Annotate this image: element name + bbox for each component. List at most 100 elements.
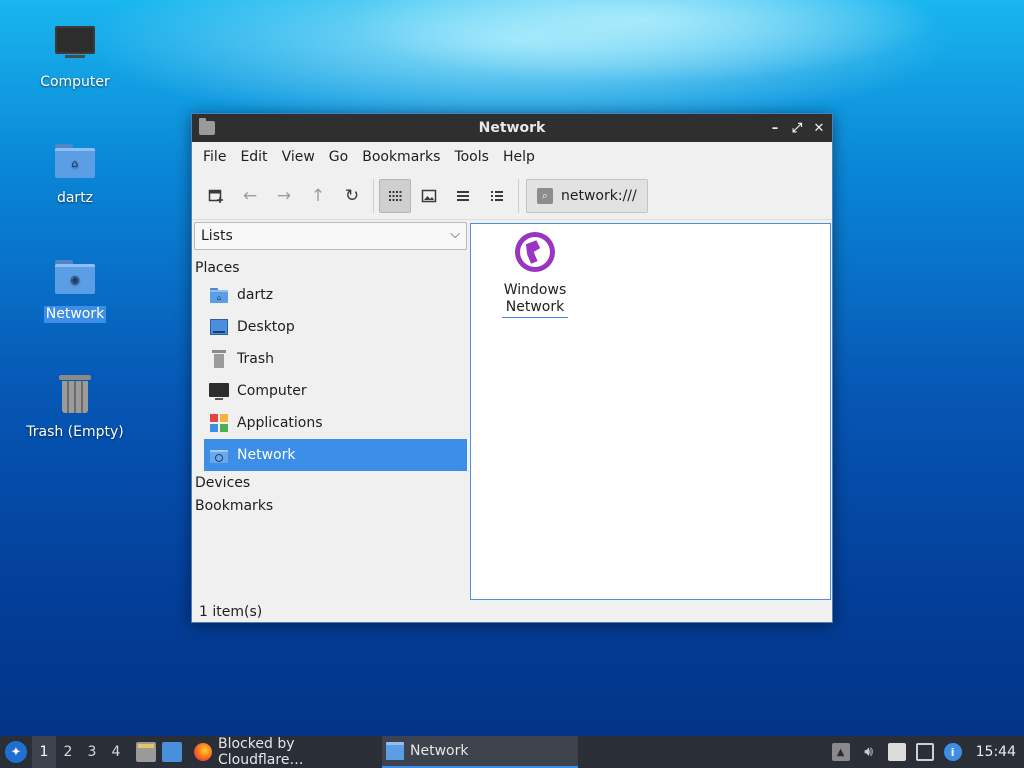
compact-view-icon [457, 190, 469, 201]
network-folder-icon: ◉ [51, 252, 99, 300]
sidebar-item-trash[interactable]: Trash [204, 343, 467, 375]
reload-button[interactable]: ↻ [336, 179, 368, 213]
icon-view-icon [389, 190, 402, 201]
location-bar[interactable]: ⌕ network:/// [526, 178, 648, 213]
applications-icon [209, 413, 229, 433]
close-button[interactable]: ✕ [810, 119, 828, 137]
desktop-icon-computer[interactable]: Computer [20, 20, 130, 91]
window-controls: – ⤢ ✕ [766, 119, 828, 137]
folder-icon [386, 742, 404, 760]
file-manager-window: Network – ⤢ ✕ File Edit View Go Bookmark… [191, 113, 833, 623]
network-icon [209, 445, 229, 465]
forward-button[interactable]: → [268, 179, 300, 213]
desktop-icon-label: Trash (Empty) [26, 424, 124, 440]
compact-view-button[interactable] [447, 179, 479, 213]
up-arrow-icon: ↑ [310, 185, 326, 206]
menu-go[interactable]: Go [322, 142, 355, 172]
updates-icon[interactable]: ▲ [831, 743, 850, 761]
home-folder-icon: ⌂ [209, 285, 229, 305]
start-menu-button[interactable]: ✦ [0, 736, 32, 768]
desktop-icon-trash[interactable]: Trash (Empty) [20, 370, 130, 441]
show-desktop-icon[interactable] [162, 742, 182, 762]
icon-view-button[interactable] [379, 178, 411, 213]
home-folder-icon: ⌂ [51, 136, 99, 184]
sidebar-item-network[interactable]: Network [204, 439, 467, 471]
sidebar-item-computer[interactable]: Computer [204, 375, 467, 407]
quick-launch [136, 742, 182, 762]
sidebar-item-label: Computer [237, 383, 307, 399]
new-window-button[interactable] [200, 179, 232, 213]
sidebar-item-label: dartz [237, 287, 274, 303]
sidebar-item-label: Network [237, 447, 296, 463]
up-button[interactable]: ↑ [302, 179, 334, 213]
thumbnail-view-button[interactable] [413, 179, 445, 213]
side-pane-mode-select[interactable]: Lists ⌵ [194, 222, 467, 250]
location-path: network:/// [561, 187, 637, 204]
chevron-down-icon: ⌵ [450, 227, 460, 242]
menu-bookmarks[interactable]: Bookmarks [355, 142, 447, 172]
workspace-1[interactable]: 1 [32, 736, 56, 768]
desktop-icon-dartz[interactable]: ⌂ dartz [20, 136, 130, 207]
desktop-icon [209, 317, 229, 337]
workspace-4[interactable]: 4 [104, 736, 128, 768]
task-label: Blocked by Cloudflare… [218, 736, 304, 768]
forward-arrow-icon: → [276, 185, 292, 206]
file-manager-launcher-icon[interactable] [136, 742, 156, 762]
menu-file[interactable]: File [196, 142, 233, 172]
desktop-icon-label: Network [43, 306, 107, 323]
maximize-button[interactable]: ⤢ [788, 119, 806, 137]
window-titlebar[interactable]: Network – ⤢ ✕ [192, 114, 832, 142]
computer-icon [51, 20, 99, 68]
side-pane: Lists ⌵ Places ⌂ dartz Desktop Trash Com… [192, 220, 468, 600]
search-icon: ⌕ [537, 187, 553, 204]
sidebar-item-desktop[interactable]: Desktop [204, 311, 467, 343]
clock[interactable]: 15:44 [976, 744, 1016, 760]
task-label: Network [410, 743, 469, 759]
workspace-3[interactable]: 3 [80, 736, 104, 768]
section-devices[interactable]: Devices [195, 475, 250, 491]
sidebar-item-applications[interactable]: Applications [204, 407, 467, 439]
section-bookmarks[interactable]: Bookmarks [195, 498, 273, 514]
toolbar-separator [518, 178, 519, 213]
toolbar-separator [373, 178, 374, 213]
task-firefox[interactable]: Blocked by Cloudflare… [190, 736, 382, 768]
clipboard-icon[interactable] [887, 743, 906, 761]
volume-icon[interactable]: 🔊︎ [860, 743, 878, 761]
trash-icon [209, 349, 229, 369]
sidebar-item-label: Trash [237, 351, 274, 367]
start-menu-icon: ✦ [5, 741, 27, 763]
desktop-icon-label: dartz [56, 190, 94, 206]
menubar: File Edit View Go Bookmarks Tools Help [192, 142, 832, 172]
file-item-windows-network[interactable]: Windows Network [499, 230, 571, 318]
back-button[interactable]: ← [234, 179, 266, 213]
windows-network-globe-icon [513, 230, 557, 274]
side-pane-mode-value: Lists [201, 228, 233, 244]
back-arrow-icon: ← [242, 185, 258, 206]
file-item-label-line: Network [505, 299, 565, 315]
minimize-button[interactable]: – [766, 119, 784, 137]
reload-icon: ↻ [344, 185, 360, 206]
file-view[interactable]: Windows Network [470, 223, 831, 600]
system-tray: ▲ 🔊︎ i 15:44 [831, 743, 1024, 761]
status-bar-text: 1 item(s) [199, 604, 263, 620]
file-item-label: Windows Network [501, 282, 569, 318]
detailed-list-view-button[interactable] [481, 179, 513, 213]
menu-tools[interactable]: Tools [447, 142, 496, 172]
workspace-switcher: 1 2 3 4 [32, 736, 128, 768]
workspace-2[interactable]: 2 [56, 736, 80, 768]
detailed-list-view-icon [491, 190, 503, 201]
firefox-icon [194, 743, 212, 761]
new-window-icon [208, 189, 223, 203]
task-file-manager[interactable]: Network [382, 736, 578, 768]
menu-edit[interactable]: Edit [233, 142, 274, 172]
toolbar: ← → ↑ ↻ ⌕ network:/// [192, 172, 832, 220]
window-title: Network [478, 120, 546, 136]
trash-icon [51, 370, 99, 418]
info-icon[interactable]: i [943, 743, 962, 761]
menu-view[interactable]: View [275, 142, 322, 172]
network-tray-icon[interactable] [915, 743, 934, 761]
section-places[interactable]: Places [195, 260, 240, 276]
menu-help[interactable]: Help [496, 142, 542, 172]
sidebar-item-dartz[interactable]: ⌂ dartz [204, 279, 467, 311]
desktop-icon-network[interactable]: ◉ Network [20, 252, 130, 323]
